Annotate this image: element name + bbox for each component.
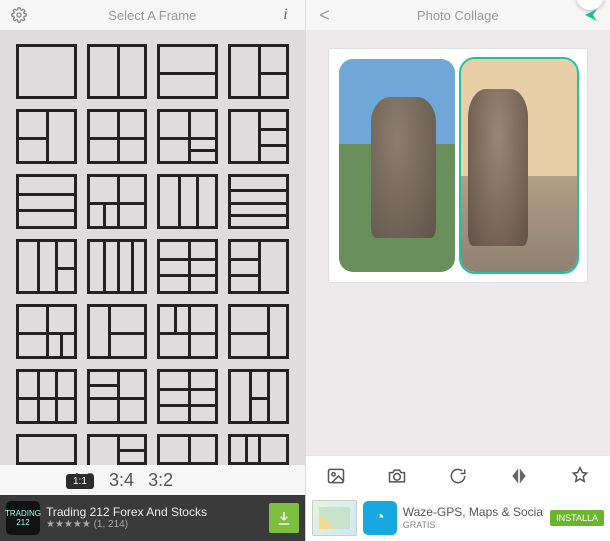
frame-option[interactable] xyxy=(157,434,218,465)
frame-option[interactable] xyxy=(228,239,289,294)
frame-option[interactable] xyxy=(228,304,289,359)
frame-option[interactable] xyxy=(157,239,218,294)
ratio-option[interactable]: 3:2 xyxy=(148,470,173,491)
frame-option[interactable] xyxy=(87,109,148,164)
info-icon[interactable]: i xyxy=(275,4,297,26)
frame-option[interactable] xyxy=(16,304,77,359)
frame-option[interactable] xyxy=(87,434,148,465)
rotate-tool-icon[interactable] xyxy=(443,461,473,491)
frame-option[interactable] xyxy=(87,239,148,294)
right-title: Photo Collage xyxy=(417,8,499,23)
right-topbar: < Photo Collage xyxy=(306,0,610,30)
collage-panel: < Photo Collage ✕ xyxy=(306,0,610,495)
frame-option[interactable] xyxy=(157,44,218,99)
ad-map-thumb xyxy=(312,500,358,536)
frame-option[interactable] xyxy=(16,369,77,424)
ad-right[interactable]: ◔ Waze-GPS, Maps & Social GRATIS INSTALL… xyxy=(305,495,610,541)
image-tool-icon[interactable] xyxy=(321,461,351,491)
frame-option[interactable] xyxy=(228,369,289,424)
left-title: Select A Frame xyxy=(108,8,196,23)
flip-tool-icon[interactable] xyxy=(504,461,534,491)
frame-option[interactable] xyxy=(157,109,218,164)
frame-option[interactable] xyxy=(87,304,148,359)
download-icon[interactable] xyxy=(269,503,299,533)
frame-option[interactable] xyxy=(228,44,289,99)
collage-slot-1[interactable] xyxy=(339,59,455,272)
collage-slot-2[interactable] xyxy=(461,59,577,272)
frame-option[interactable] xyxy=(157,174,218,229)
frame-option[interactable] xyxy=(16,174,77,229)
ad-left-rating: ★★★★★ (1, 214) xyxy=(46,519,207,531)
frame-option[interactable] xyxy=(228,434,289,465)
ad-left-logo: TRADING 212 xyxy=(6,501,40,535)
camera-tool-icon[interactable] xyxy=(382,461,412,491)
ad-right-title: Waze-GPS, Maps & Social xyxy=(403,505,544,519)
left-topbar: Select A Frame i xyxy=(0,0,305,30)
ratio-selected-pill[interactable]: 1:1 xyxy=(66,474,94,489)
waze-logo-icon: ◔ xyxy=(363,501,397,535)
install-button[interactable]: INSTALLA xyxy=(550,510,604,526)
collage-canvas[interactable] xyxy=(328,48,588,283)
frame-option[interactable] xyxy=(157,304,218,359)
back-icon[interactable]: < xyxy=(314,4,336,26)
frame-option[interactable] xyxy=(87,174,148,229)
ad-left-title: Trading 212 Forex And Stocks xyxy=(46,505,207,519)
frame-option[interactable] xyxy=(16,44,77,99)
settings-icon[interactable] xyxy=(8,4,30,26)
frame-option[interactable] xyxy=(16,239,77,294)
frame-option[interactable] xyxy=(87,44,148,99)
ad-right-gratis: GRATIS xyxy=(403,520,544,531)
frame-option[interactable] xyxy=(228,174,289,229)
ad-banner: TRADING 212 Trading 212 Forex And Stocks… xyxy=(0,495,610,541)
frame-picker-panel: Select A Frame i 4:3 3:4 3:2 1:1 xyxy=(0,0,306,495)
frame-option[interactable] xyxy=(87,369,148,424)
frame-option[interactable] xyxy=(157,369,218,424)
ratio-bar: 4:3 3:4 3:2 xyxy=(0,465,305,495)
frame-grid xyxy=(0,30,305,465)
frame-option[interactable] xyxy=(16,434,77,465)
canvas-area xyxy=(306,30,610,455)
ratio-option[interactable]: 3:4 xyxy=(109,470,134,491)
ad-left[interactable]: TRADING 212 Trading 212 Forex And Stocks… xyxy=(0,495,305,541)
frame-option[interactable] xyxy=(16,109,77,164)
edit-toolbar xyxy=(306,455,610,495)
frame-option[interactable] xyxy=(228,109,289,164)
pin-tool-icon[interactable] xyxy=(565,461,595,491)
